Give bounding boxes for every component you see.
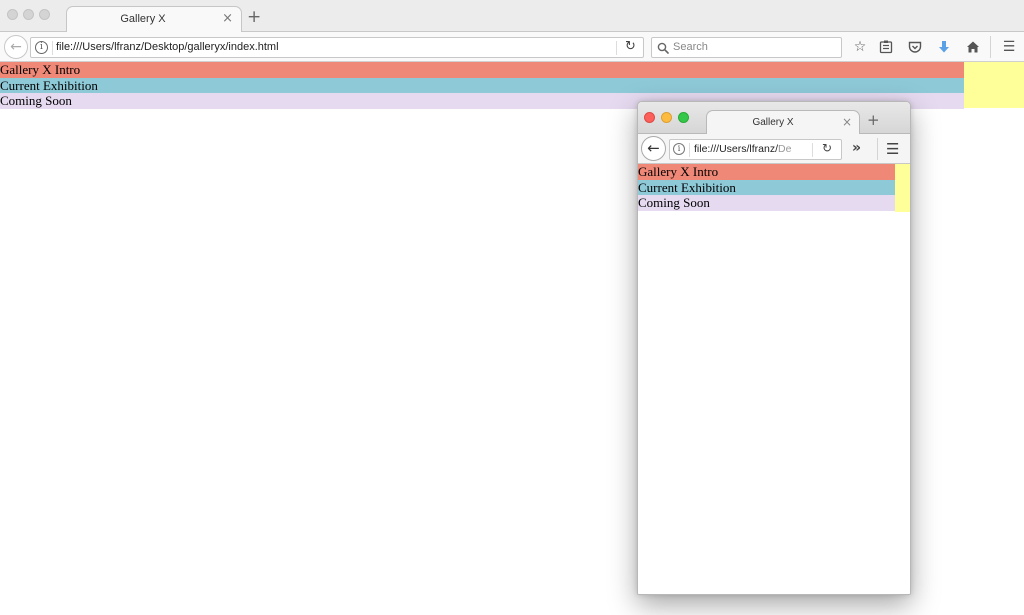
mini-url-dark: file:///Users/lfranz/: [694, 143, 779, 155]
tab-gallery-x[interactable]: Gallery X ×: [66, 6, 242, 33]
navigation-toolbar: ← i file:///Users/lfranz/Desktop/gallery…: [0, 32, 1024, 62]
mini-back-arrow-icon: ←: [647, 139, 660, 157]
mini-url-bar[interactable]: i file:///Users/lfranz/De: [669, 139, 842, 160]
tab-title: Gallery X: [120, 13, 166, 25]
new-tab-button[interactable]: +: [247, 9, 261, 26]
mini-site-info-icon[interactable]: i: [673, 143, 685, 155]
mini-page-content: Gallery X Intro Current Exhibition Comin…: [638, 164, 910, 594]
site-info-icon[interactable]: i: [35, 41, 48, 54]
nav-link-gallery-intro[interactable]: Gallery X Intro: [0, 62, 964, 78]
mini-tab-title: Gallery X: [752, 117, 794, 128]
mini-nav-link-current-exhibition[interactable]: Current Exhibition: [638, 179, 895, 195]
mini-nav-link-gallery-intro[interactable]: Gallery X Intro: [638, 164, 895, 180]
mini-minimize-button[interactable]: [661, 112, 672, 123]
mini-back-button[interactable]: ←: [641, 136, 666, 161]
nav-link-current-exhibition[interactable]: Current Exhibition: [0, 77, 964, 93]
reload-divider: [616, 41, 617, 55]
mini-aside-yellow-box: [895, 164, 910, 212]
mini-toolbar-separator: [877, 138, 878, 160]
mini-hamburger-menu-icon[interactable]: ☰: [886, 140, 899, 158]
back-arrow-icon: ←: [10, 39, 22, 55]
tab-strip: Gallery X × +: [0, 0, 1024, 33]
mini-zoom-button[interactable]: [678, 112, 689, 123]
back-button[interactable]: ←: [4, 35, 28, 59]
search-bar[interactable]: Search: [651, 37, 842, 58]
home-icon[interactable]: [964, 38, 982, 56]
mini-reload-icon[interactable]: ↻: [822, 141, 832, 155]
mini-url-faded: De: [778, 143, 792, 155]
search-icon: [657, 42, 669, 54]
reading-list-icon[interactable]: [877, 38, 895, 56]
mini-overflow-chevron-icon[interactable]: »: [852, 140, 861, 156]
url-bar[interactable]: i file:///Users/lfranz/Desktop/galleryx/…: [30, 37, 644, 58]
search-placeholder[interactable]: Search: [673, 41, 708, 53]
tab-close-icon[interactable]: ×: [222, 11, 233, 26]
reload-icon[interactable]: ↻: [625, 39, 636, 54]
mini-reload-divider: [812, 143, 813, 157]
mini-url-divider: [689, 143, 690, 157]
mini-new-tab-button[interactable]: +: [867, 113, 880, 128]
window-zoom-button[interactable]: [39, 9, 50, 20]
mini-tab-strip: Gallery X × +: [638, 102, 910, 135]
mini-url-text[interactable]: file:///Users/lfranz/De: [694, 143, 791, 155]
pocket-icon[interactable]: [906, 38, 924, 56]
url-divider: [52, 41, 53, 55]
mini-navigation-toolbar: ← i file:///Users/lfranz/De ↻ » ☰: [638, 134, 910, 164]
download-icon[interactable]: [935, 38, 953, 56]
mini-nav-link-coming-soon[interactable]: Coming Soon: [638, 195, 895, 211]
hamburger-menu-icon[interactable]: ☰: [1000, 38, 1018, 56]
mini-close-button[interactable]: [644, 112, 655, 123]
mini-tab-close-icon[interactable]: ×: [842, 115, 852, 129]
star-icon[interactable]: ☆: [851, 38, 869, 56]
url-text[interactable]: file:///Users/lfranz/Desktop/galleryx/in…: [56, 41, 279, 53]
toolbar-separator: [990, 36, 991, 58]
window-minimize-button[interactable]: [23, 9, 34, 20]
mini-tab-gallery-x[interactable]: Gallery X ×: [706, 110, 860, 135]
window-close-button[interactable]: [7, 9, 18, 20]
aside-yellow-box: [964, 62, 1024, 108]
small-browser-window: Gallery X × + ← i file:///Users/lfranz/D…: [637, 101, 911, 595]
